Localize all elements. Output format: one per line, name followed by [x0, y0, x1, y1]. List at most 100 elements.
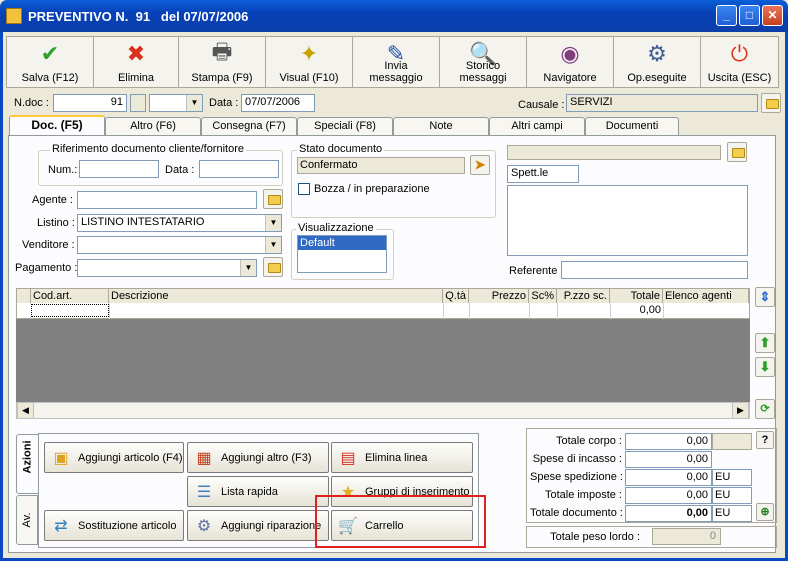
- nav-button[interactable]: ◉ Navigatore: [527, 37, 614, 87]
- exit-button[interactable]: ⏻ Uscita (ESC): [701, 37, 779, 87]
- tab-6[interactable]: Altri campi: [489, 117, 585, 136]
- title-bar: PREVENTIVO N. 91 del 07/07/2006 _ □ ✕: [0, 0, 788, 32]
- column-header[interactable]: Q.tà: [443, 289, 469, 304]
- help-button[interactable]: ?: [756, 431, 774, 449]
- spett-field[interactable]: Spett.le: [507, 165, 579, 183]
- pagamento-select[interactable]: ▼: [77, 259, 257, 277]
- venditore-label: Venditore :: [22, 239, 75, 251]
- refresh-grid-icon[interactable]: ⟳: [755, 399, 775, 419]
- ref-data-label: Data :: [165, 164, 195, 176]
- referente-input[interactable]: [561, 261, 748, 279]
- ref-data-input[interactable]: [199, 160, 279, 178]
- azione-button[interactable]: ⇄ Sostituzione articolo: [44, 510, 184, 541]
- tab-av[interactable]: Av.: [16, 495, 38, 545]
- tab-7[interactable]: Documenti: [585, 117, 679, 136]
- chevron-down-icon: ▼: [240, 260, 256, 276]
- ndoc-suffix-button[interactable]: [130, 94, 146, 112]
- causale-folder-icon[interactable]: [761, 93, 781, 113]
- listino-label: Listino :: [37, 217, 75, 229]
- azione-label: Elimina linea: [365, 451, 428, 464]
- agente-folder-icon[interactable]: [263, 189, 283, 209]
- corpo-field[interactable]: 0,00: [625, 433, 712, 450]
- azione-button[interactable]: ⚙ Aggiungi riparazione: [187, 510, 329, 541]
- print-button[interactable]: 🖶 Stampa (F9): [179, 37, 266, 87]
- venditore-select[interactable]: ▼: [77, 236, 282, 254]
- app-icon: [6, 8, 22, 24]
- cliente-code-field[interactable]: [507, 145, 721, 160]
- causale-input[interactable]: SERVIZI: [566, 94, 758, 112]
- incasso-label: Spese di incasso :: [532, 453, 622, 465]
- currency-field: EU: [712, 487, 752, 504]
- spedizione-field[interactable]: 0,00: [625, 469, 712, 486]
- tab-azioni[interactable]: Azioni: [16, 434, 38, 494]
- agente-input[interactable]: [77, 191, 257, 209]
- listino-select[interactable]: LISTINO INTESTATARIO ▼: [77, 214, 282, 232]
- horizontal-scrollbar[interactable]: ◀ ▶: [16, 402, 750, 419]
- bozza-checkbox[interactable]: [298, 183, 310, 195]
- grid-cell-codart[interactable]: [31, 304, 109, 317]
- azione-button[interactable]: ☰ Lista rapida: [187, 476, 329, 507]
- column-header[interactable]: Elenco agenti: [663, 289, 749, 304]
- currency-field: EU: [712, 505, 752, 522]
- toolbar: ✔ Salva (F12) ✖ Elimina 🖶 Stampa (F9) ✦ Visual …: [6, 36, 779, 88]
- visual-list[interactable]: Default: [297, 235, 387, 273]
- move-down-icon[interactable]: ⬇: [755, 357, 775, 377]
- incasso-field[interactable]: 0,00: [625, 451, 712, 468]
- currency-field: EU: [712, 469, 752, 486]
- table-row[interactable]: 0,00: [16, 303, 750, 319]
- column-header[interactable]: Sc%: [529, 289, 557, 304]
- ndoc-series-select[interactable]: ▼: [149, 94, 203, 112]
- repair-gear-icon: ⚙: [196, 517, 212, 535]
- azione-button[interactable]: ▦ Aggiungi altro (F3): [187, 442, 329, 473]
- chevron-down-icon: ▼: [265, 215, 281, 231]
- tab-5[interactable]: Note: [393, 117, 489, 136]
- visual-button[interactable]: ✦ Visual (F10): [266, 37, 353, 87]
- column-header[interactable]: P.zzo sc.: [557, 289, 610, 304]
- compass-icon: ◉: [560, 41, 580, 66]
- zoom-in-icon[interactable]: ⊕: [756, 503, 774, 521]
- quick-list-icon: ☰: [196, 483, 212, 501]
- column-header[interactable]: Prezzo: [469, 289, 529, 304]
- stato-arrow-icon[interactable]: ➤: [470, 155, 490, 175]
- imposte-label: Totale imposte :: [544, 489, 622, 501]
- column-header[interactable]: Descrizione: [109, 289, 443, 304]
- scroll-left-icon[interactable]: ◀: [17, 402, 34, 419]
- ndoc-label: N.doc :: [14, 97, 49, 109]
- column-header[interactable]: Totale: [610, 289, 663, 304]
- ops-label: Op.eseguite: [627, 72, 687, 84]
- ref-num-input[interactable]: [79, 160, 159, 178]
- cliente-address-box[interactable]: [507, 185, 748, 256]
- scroll-right-icon[interactable]: ▶: [732, 402, 749, 419]
- azione-button[interactable]: ▣ Aggiungi articolo (F4): [44, 442, 184, 473]
- history-button[interactable]: 🔍 Storico messaggi: [440, 37, 527, 87]
- visual-label: Visual (F10): [279, 72, 339, 84]
- sort-updown-icon[interactable]: ⇕: [755, 287, 775, 307]
- tab-3[interactable]: Consegna (F7): [201, 117, 297, 136]
- azione-label: Aggiungi articolo (F4): [78, 451, 183, 464]
- gears-icon: ⚙: [647, 41, 667, 66]
- stato-value[interactable]: Confermato: [297, 157, 465, 174]
- visual-option-default[interactable]: Default: [298, 236, 386, 250]
- pagamento-folder-icon[interactable]: [263, 257, 283, 277]
- tab-1[interactable]: Doc. (F5): [9, 115, 105, 137]
- imposte-field[interactable]: 0,00: [625, 487, 712, 504]
- maximize-button[interactable]: □: [739, 5, 760, 26]
- tab-4[interactable]: Speciali (F8): [297, 117, 393, 136]
- chevron-down-icon: ▼: [186, 95, 202, 111]
- send-button[interactable]: ✎ Invia messaggio: [353, 37, 440, 87]
- column-header[interactable]: Cod.art.: [31, 289, 109, 304]
- delete-label: Elimina: [117, 72, 155, 84]
- data-input[interactable]: 07/07/2006: [241, 94, 315, 112]
- close-button[interactable]: ✕: [762, 5, 783, 26]
- delete-button[interactable]: ✖ Elimina: [94, 37, 179, 87]
- save-button[interactable]: ✔ Salva (F12): [7, 37, 94, 87]
- tab-2[interactable]: Altro (F6): [105, 117, 201, 136]
- cliente-folder-icon[interactable]: [727, 142, 747, 162]
- minimize-button[interactable]: _: [716, 5, 737, 26]
- ops-button[interactable]: ⚙ Op.eseguite: [614, 37, 701, 87]
- azione-button[interactable]: ▤ Elimina linea: [331, 442, 473, 473]
- ndoc-input[interactable]: 91: [53, 94, 127, 112]
- move-up-icon[interactable]: ⬆: [755, 333, 775, 353]
- documento-field[interactable]: 0,00: [625, 505, 712, 522]
- save-label: Salva (F12): [21, 72, 79, 84]
